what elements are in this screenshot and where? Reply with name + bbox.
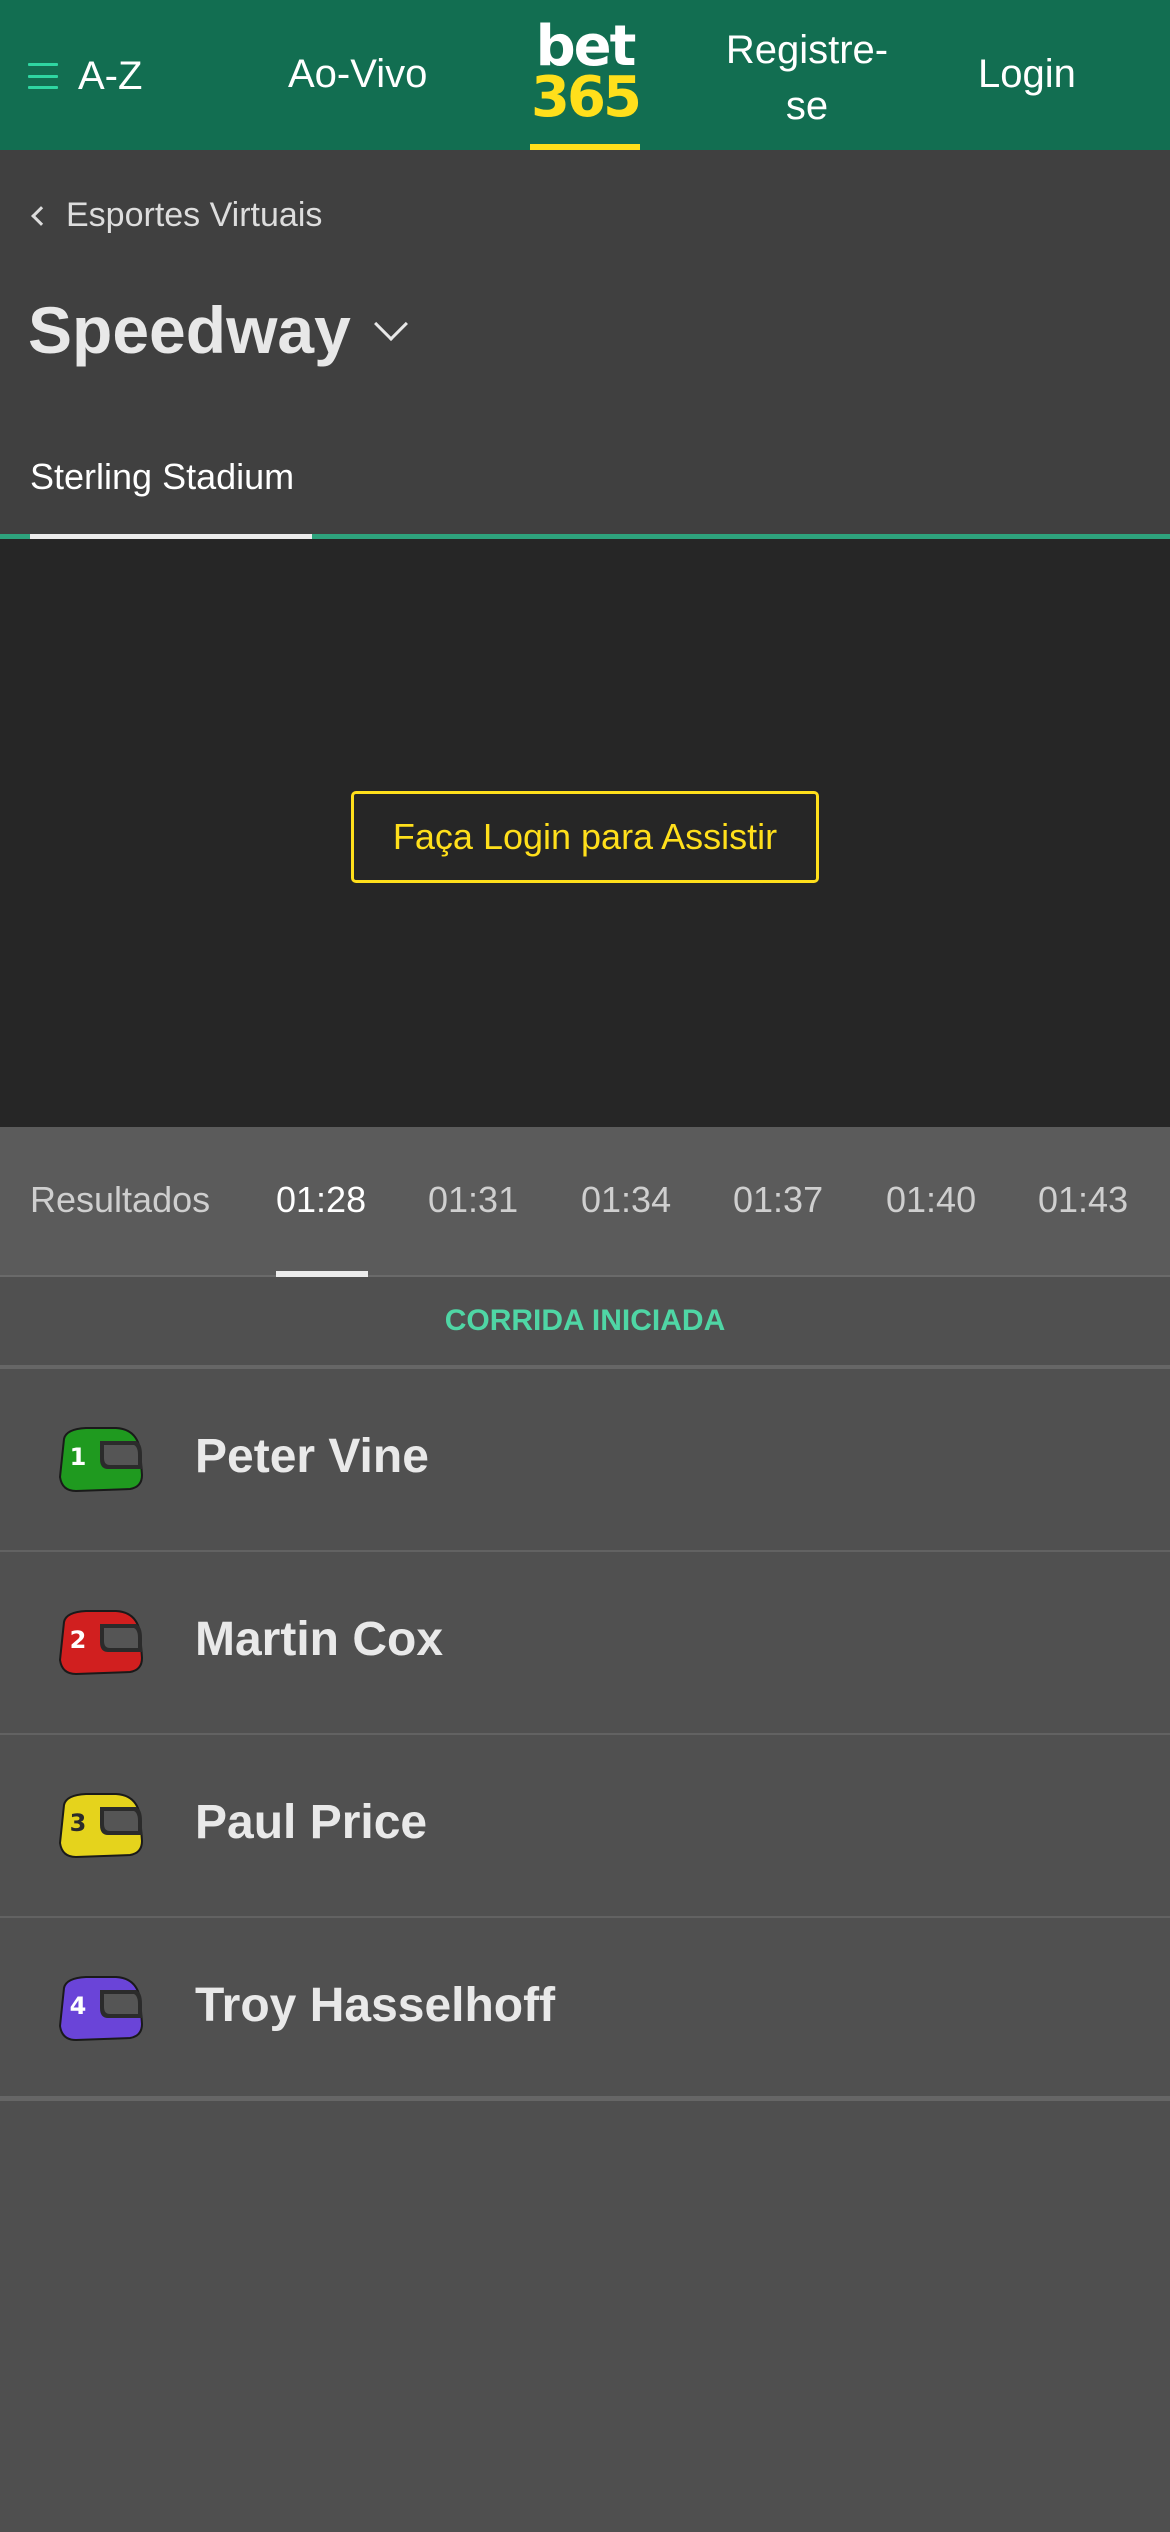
sport-selector[interactable]: Speedway xyxy=(28,292,408,368)
runner-row[interactable]: 2 Martin Cox xyxy=(0,1552,1170,1735)
login-link[interactable]: Login xyxy=(978,52,1076,97)
race-status-bar: CORRIDA INICIADA xyxy=(0,1277,1170,1369)
runner-name: Troy Hasselhoff xyxy=(195,1979,556,2032)
runner-row[interactable]: 1 Peter Vine xyxy=(0,1369,1170,1552)
tab-results[interactable]: Resultados xyxy=(30,1179,210,1221)
helmet-icon: 4 xyxy=(58,1976,144,2042)
svg-text:4: 4 xyxy=(70,1992,87,2020)
race-time-tabs: Resultados 01:28 01:31 01:34 01:37 01:40… xyxy=(0,1127,1170,1277)
runner-name: Peter Vine xyxy=(195,1430,429,1483)
runner-name: Martin Cox xyxy=(195,1613,444,1666)
az-label: A-Z xyxy=(78,53,143,98)
svg-text:2: 2 xyxy=(70,1626,87,1654)
helmet-icon: 1 xyxy=(58,1427,144,1493)
breadcrumb-label: Esportes Virtuais xyxy=(66,196,323,234)
register-link[interactable]: Registre-se xyxy=(712,22,902,134)
race-status-label: CORRIDA INICIADA xyxy=(444,1304,726,1337)
sport-subheader: Esportes Virtuais Speedway Sterling Stad… xyxy=(0,150,1170,540)
video-player-area: Faça Login para Assistir xyxy=(0,539,1170,1127)
runner-row[interactable]: 3 Paul Price xyxy=(0,1735,1170,1918)
runner-row[interactable]: 4 Troy Hasselhoff xyxy=(0,1918,1170,2101)
breadcrumb-back[interactable]: Esportes Virtuais xyxy=(28,196,322,235)
helmet-icon: 3 xyxy=(58,1793,144,1859)
svg-text:1: 1 xyxy=(70,1443,87,1471)
runner-list: 1 Peter Vine 2 Martin Cox 3 Paul Price 4… xyxy=(0,1369,1170,2101)
top-header: A-Z Ao-Vivo bet 365 Registre-se Login xyxy=(0,0,1170,150)
bet365-logo[interactable]: bet 365 xyxy=(530,19,642,150)
chevron-down-icon xyxy=(373,307,408,341)
az-menu-button[interactable]: A-Z xyxy=(28,48,142,104)
tab-venue[interactable]: Sterling Stadium xyxy=(30,456,294,498)
tab-race-time[interactable]: 01:40 xyxy=(886,1179,976,1221)
chevron-left-icon xyxy=(31,205,51,226)
helmet-icon: 2 xyxy=(58,1610,144,1676)
page-title: Speedway xyxy=(28,293,351,367)
tab-race-time[interactable]: 01:43 xyxy=(1038,1179,1128,1221)
logo-text-bottom: 365 xyxy=(531,65,642,130)
svg-text:3: 3 xyxy=(70,1809,87,1837)
tab-race-time[interactable]: 01:28 xyxy=(276,1179,366,1221)
hamburger-icon xyxy=(28,63,58,89)
tab-race-time[interactable]: 01:34 xyxy=(581,1179,671,1221)
runner-name: Paul Price xyxy=(195,1796,428,1849)
live-link[interactable]: Ao-Vivo xyxy=(288,52,427,97)
login-to-watch-button[interactable]: Faça Login para Assistir xyxy=(351,791,819,883)
tab-race-time[interactable]: 01:37 xyxy=(733,1179,823,1221)
tab-race-time[interactable]: 01:31 xyxy=(428,1179,518,1221)
